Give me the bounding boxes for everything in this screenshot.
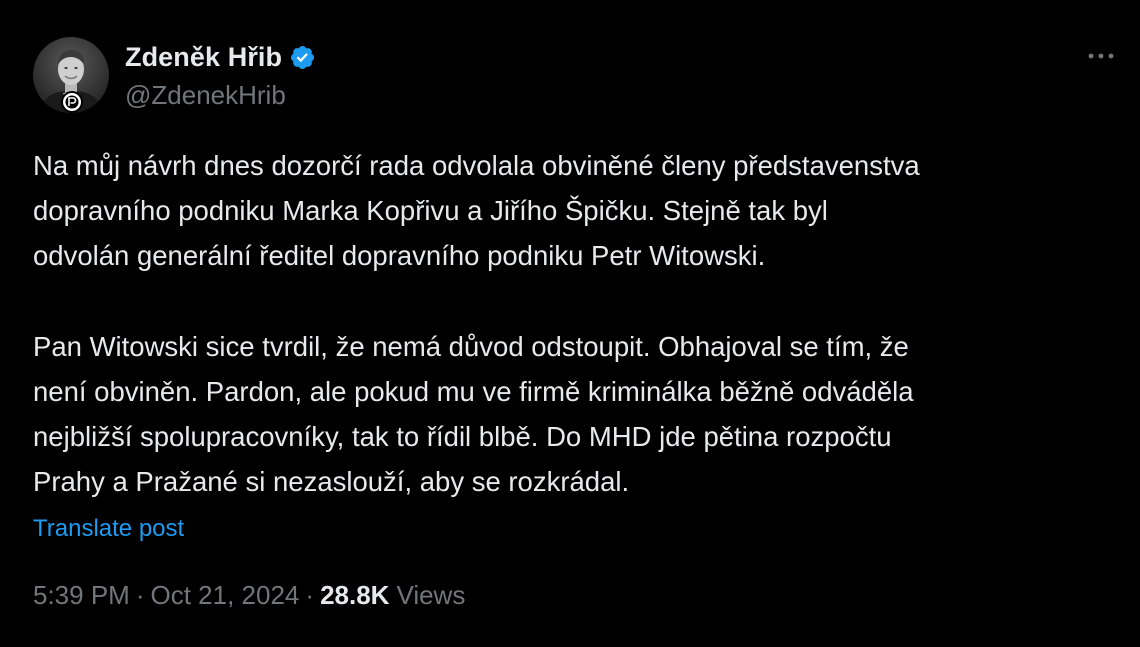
more-horizontal-icon[interactable] <box>1084 44 1118 68</box>
verified-badge-icon[interactable] <box>289 44 316 71</box>
post-line: Prahy a Pražané si nezaslouží, aby se ro… <box>33 466 630 497</box>
post-time[interactable]: 5:39 PM <box>33 580 130 611</box>
meta-separator: · <box>135 580 145 610</box>
author-avatar[interactable] <box>33 37 109 113</box>
post-text: Na můj návrh dnes dozorčí rada odvolala … <box>33 143 1118 504</box>
translate-post-link[interactable]: Translate post <box>33 515 184 543</box>
author-info: Zdeněk Hřib @ZdenekHrib <box>125 40 316 111</box>
views-count: 28.8K <box>320 580 390 610</box>
author-display-name[interactable]: Zdeněk Hřib <box>125 42 282 73</box>
post-line: Na můj návrh dnes dozorčí rada odvolala … <box>33 150 920 181</box>
post-date[interactable]: Oct 21, 2024 <box>151 580 300 611</box>
post-line: Pan Witowski sice tvrdil, že nemá důvod … <box>33 331 909 362</box>
tweet-card: Zdeněk Hřib @ZdenekHrib Na můj návrh dne… <box>0 0 1140 647</box>
post-line: dopravního podniku Marka Kopřivu a Jiříh… <box>33 195 828 226</box>
views-label: Views <box>396 580 466 610</box>
meta-separator: · <box>305 580 315 610</box>
post-line: odvolán generální ředitel dopravního pod… <box>33 240 766 271</box>
name-row: Zdeněk Hřib <box>125 40 316 74</box>
author-handle[interactable]: @ZdenekHrib <box>125 80 316 111</box>
post-line: není obviněn. Pardon, ale pokud mu ve fi… <box>33 376 914 407</box>
post-metadata: 5:39 PM · Oct 21, 2024 · 28.8K Views <box>33 580 465 611</box>
post-line: nejbližší spolupracovníky, tak to řídil … <box>33 421 892 452</box>
pirate-party-badge-icon <box>61 91 83 113</box>
